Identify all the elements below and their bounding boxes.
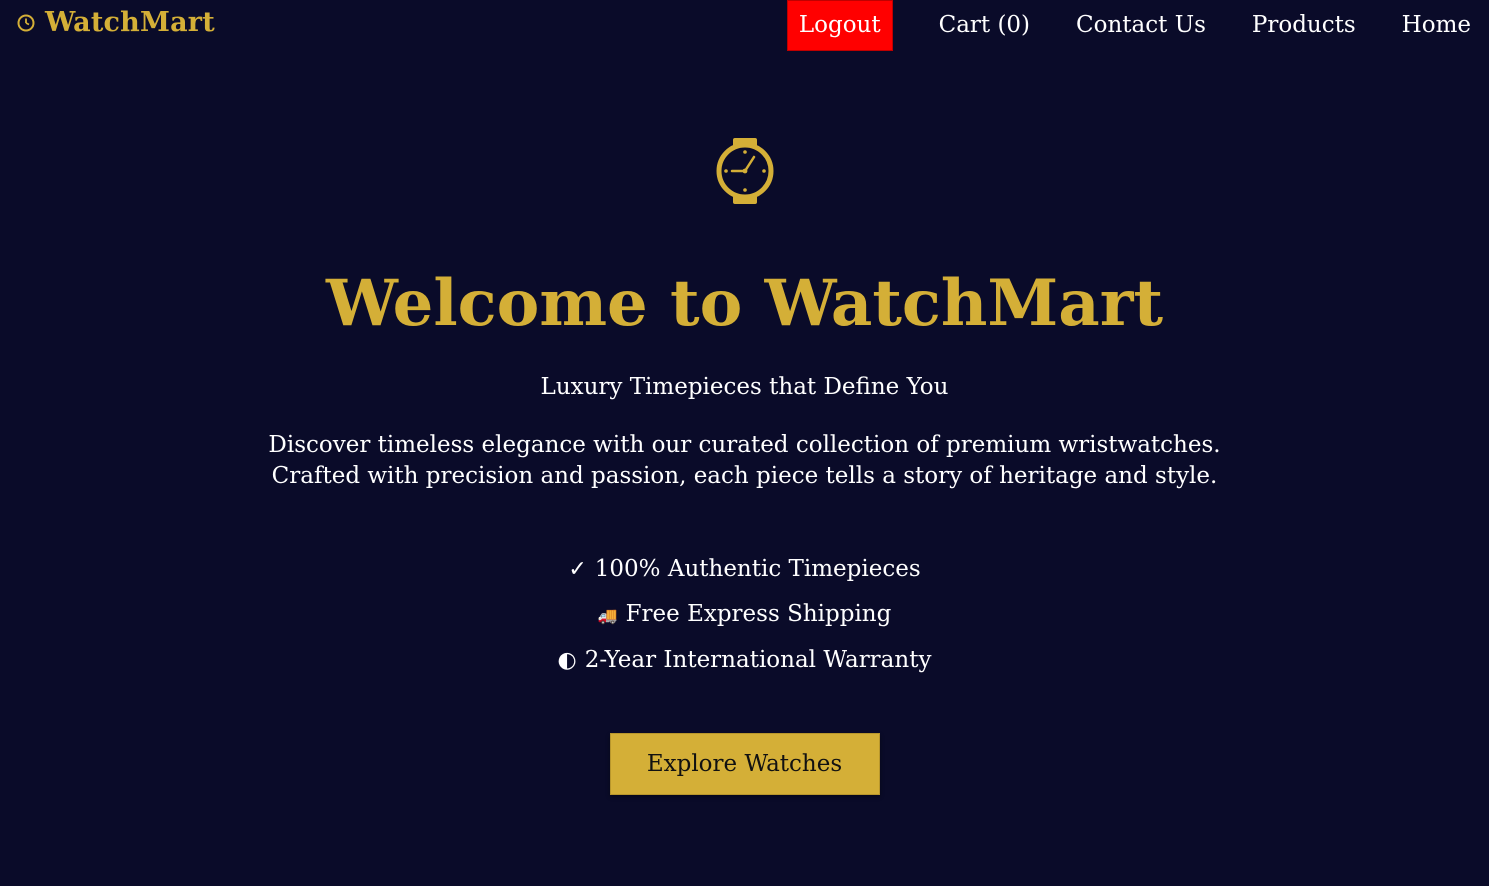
feature-item-authentic: ✓ 100% Authentic Timepieces — [0, 547, 1489, 592]
hero-section: Welcome to WatchMart Luxury Timepieces t… — [0, 130, 1489, 796]
feature-label: 100% Authentic Timepieces — [594, 556, 921, 583]
hero-tagline: Luxury Timepieces that Define You — [540, 374, 949, 401]
hero-description: Discover timeless elegance with our cura… — [268, 432, 1221, 490]
feature-item-shipping: 🚚 Free Express Shipping — [0, 592, 1489, 638]
navbar: WatchMart Logout Cart (0) Contact Us Pro… — [0, 0, 1489, 51]
feature-label: Free Express Shipping — [625, 601, 892, 628]
nav-links: Logout Cart (0) Contact Us Products Home — [786, 0, 1471, 51]
brand-name: WatchMart — [45, 7, 215, 38]
explore-watches-button[interactable]: Explore Watches — [609, 733, 880, 796]
truck-icon: 🚚 — [597, 606, 618, 626]
nav-contact-us[interactable]: Contact Us — [1076, 0, 1206, 50]
feature-item-warranty: ◐ 2-Year International Warranty — [0, 638, 1489, 683]
shield-icon: ◐ — [557, 648, 577, 674]
nav-cart[interactable]: Cart (0) — [939, 0, 1030, 50]
watch-icon — [716, 138, 773, 204]
feature-list: ✓ 100% Authentic Timepieces 🚚 Free Express… — [0, 547, 1489, 683]
watch-icon — [17, 14, 35, 31]
nav-home[interactable]: Home — [1402, 0, 1471, 50]
hero-title: Welcome to WatchMart — [325, 266, 1164, 341]
brand-logo-link[interactable]: WatchMart — [16, 7, 215, 38]
logout-button[interactable]: Logout — [786, 0, 893, 51]
checkmark-icon: ✓ — [568, 557, 587, 583]
feature-label: 2-Year International Warranty — [584, 647, 932, 674]
nav-products[interactable]: Products — [1252, 0, 1356, 50]
